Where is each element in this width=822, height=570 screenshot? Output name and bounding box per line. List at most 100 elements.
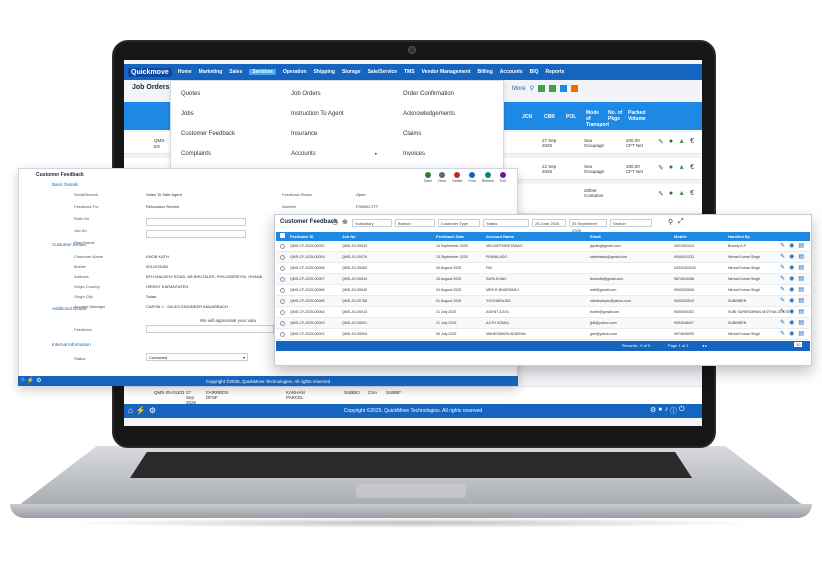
edit-icon[interactable]: ✎ [780, 308, 785, 315]
avatar[interactable] [669, 2, 681, 13]
menu-job-orders[interactable]: Job Orders [291, 91, 344, 97]
delete-button[interactable]: Delete [452, 172, 462, 183]
edit-icon[interactable]: ✎ [658, 190, 664, 198]
exit-button[interactable]: Exit [499, 172, 506, 183]
home-icon[interactable]: ⌂ [21, 377, 25, 384]
export-icon[interactable] [549, 85, 557, 92]
view-icon[interactable]: ◉ [789, 253, 794, 260]
currency-icon[interactable]: € [690, 164, 694, 172]
edit-icon[interactable]: ✎ [780, 297, 785, 304]
clock-icon[interactable]: ◷ [332, 218, 338, 226]
nav-item-biq[interactable]: BIQ [530, 69, 539, 75]
row-radio[interactable] [280, 277, 285, 282]
prev-feeds-input[interactable] [146, 230, 246, 238]
user-icon[interactable]: ● [658, 406, 662, 416]
print-icon[interactable]: ▤ [798, 242, 804, 249]
view-icon[interactable]: ◉ [789, 275, 794, 282]
menu-acknowledgements[interactable]: Acknowledgements [403, 111, 455, 117]
page-size-select[interactable]: 10 [794, 342, 803, 347]
nav-item-home[interactable]: Home [178, 69, 192, 75]
lock-icon[interactable] [538, 85, 546, 92]
print-icon[interactable]: ▤ [798, 297, 804, 304]
menu-instruction-to-agent[interactable]: Instruction To Agent [291, 111, 344, 117]
menu-insurance[interactable]: Insurance [291, 131, 344, 137]
gear-icon[interactable]: ⚙ [36, 377, 41, 384]
view-icon[interactable]: ◉ [789, 308, 794, 315]
menu-complaints[interactable]: Complaints [181, 151, 235, 157]
table-row[interactable]: QMS-CF-2025-00002 QMS-JO-00004 05 July 202… [276, 329, 810, 340]
row-radio[interactable] [280, 299, 285, 304]
table-row[interactable]: QMS-CF-2025-00010 QMS-JO-00043 14 Septembe… [276, 241, 810, 252]
nav-item-storage[interactable]: Storage [342, 69, 361, 75]
bell-icon[interactable]: ♪ [665, 406, 669, 416]
print-icon[interactable]: ▤ [798, 330, 804, 337]
menu-claims[interactable]: Claims [403, 131, 455, 137]
nav-item-shipping[interactable]: Shipping [314, 69, 335, 75]
filter-5[interactable]: 25 September 2025 [569, 219, 607, 233]
row-radio[interactable] [280, 321, 285, 326]
edit-icon[interactable]: ✎ [780, 264, 785, 271]
print-icon[interactable]: ▤ [798, 264, 804, 271]
power-icon[interactable]: ⏻ [679, 406, 685, 416]
pager-arrows[interactable]: ◂ ▸ [702, 343, 707, 348]
view-icon[interactable]: ◉ [789, 297, 794, 304]
nav-item-billing[interactable]: Billing [478, 69, 493, 75]
table-row[interactable]: QMS-25-01103 27 Sep 2025 FAIRREDS DFSF K… [124, 386, 702, 405]
currency-icon[interactable]: € [690, 138, 694, 146]
nav-item-vendor-management[interactable]: Vendor Management [422, 69, 471, 75]
lock-icon[interactable]: ▲ [678, 138, 685, 146]
table-row[interactable]: QMS-CF-2025-00005 QMS-JO-00758 01 August 2… [276, 296, 810, 307]
status-select[interactable]: Contacted ▾ [146, 353, 248, 361]
gear-icon[interactable]: ⚙ [659, 4, 665, 12]
row-radio[interactable] [280, 310, 285, 315]
lightning-icon[interactable]: ⚡ [136, 406, 146, 415]
currency-icon[interactable]: € [690, 190, 694, 198]
info-icon[interactable]: ● [669, 138, 673, 146]
edit-icon[interactable]: ✎ [658, 164, 664, 172]
filter-2[interactable]: Customer Type [438, 219, 480, 227]
edit-icon[interactable]: ✎ [780, 319, 785, 326]
table-row[interactable]: QMS-CF-2025-00009 QMS-JO-00076 13 Septembe… [276, 252, 810, 263]
view-icon[interactable]: ◉ [789, 286, 794, 293]
gear-icon[interactable]: ⚙ [149, 406, 156, 415]
edit-icon[interactable]: ✎ [780, 253, 785, 260]
feedback-input[interactable] [146, 325, 274, 333]
print-icon[interactable]: ▤ [798, 253, 804, 260]
select-all-checkbox[interactable] [280, 233, 285, 238]
job-no-input[interactable] [146, 218, 246, 226]
feedback-status-value[interactable]: Open [356, 192, 378, 197]
table-row[interactable]: QMS-CF-2025-00003 QMS-JO-00001 21 July 202… [276, 318, 810, 329]
search-icon[interactable]: ⚲ [650, 4, 655, 12]
lock-icon[interactable]: ▲ [678, 164, 685, 172]
row-radio[interactable] [280, 332, 285, 337]
save-button[interactable]: Save [424, 172, 432, 183]
print-icon[interactable] [560, 85, 568, 92]
info-icon[interactable]: ● [669, 190, 673, 198]
info-icon[interactable]: ⓘ [670, 406, 677, 416]
search-icon[interactable]: ⚲ [668, 218, 673, 226]
nav-item-sale-service[interactable]: Sale/Service [368, 69, 397, 75]
nav-item-sales[interactable]: Sales [229, 69, 242, 75]
nav-item-services[interactable]: Services [249, 69, 276, 75]
print-icon[interactable]: ▤ [798, 275, 804, 282]
refresh-button[interactable]: Refresh [482, 172, 494, 183]
row-radio[interactable] [280, 288, 285, 293]
print-icon[interactable]: ▤ [798, 308, 804, 315]
filter-6[interactable]: Search [610, 219, 652, 227]
menu-jobs[interactable]: Jobs [181, 111, 235, 117]
nav-item-marketing[interactable]: Marketing [199, 69, 223, 75]
print-icon[interactable]: ▤ [798, 286, 804, 293]
row-radio[interactable] [280, 266, 285, 271]
view-icon[interactable]: ◉ [789, 264, 794, 271]
feedback-for-value[interactable]: Relocation Service [146, 204, 182, 209]
info-icon[interactable]: ● [669, 164, 673, 172]
filter-4[interactable]: 25 June 2025 [532, 219, 566, 227]
table-row[interactable]: QMS-CF-2025-00007 QMS-JO-00044 15 August 2… [276, 274, 810, 285]
table-row[interactable]: QMS-CF-2025-00006 QMS-JO-00040 04 August 2… [276, 285, 810, 296]
view-icon[interactable]: ◉ [789, 330, 794, 337]
nav-item-reports[interactable]: Reports [545, 69, 564, 75]
nav-item-operation[interactable]: Operation [283, 69, 307, 75]
clear-button[interactable]: Clear [438, 172, 446, 183]
menu-order-confirmation[interactable]: Order Confirmation [403, 91, 455, 97]
filter-3[interactable]: Status [483, 219, 529, 227]
